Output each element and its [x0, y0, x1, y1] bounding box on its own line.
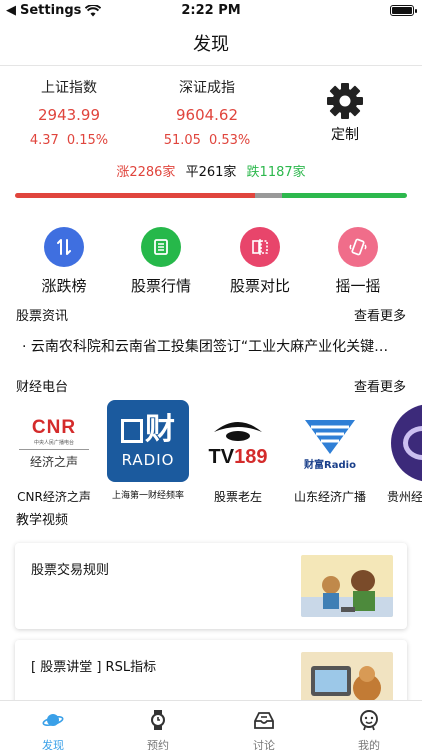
video-card[interactable]: 股票交易规则	[15, 543, 407, 629]
advancers-count: 涨2286家	[116, 165, 176, 180]
radio-station-name: 山东经济广播	[293, 490, 366, 502]
planet-icon	[42, 714, 64, 727]
radio-station-name: CNR经济之声	[17, 490, 91, 502]
news-more-link[interactable]: 查看更多	[354, 305, 406, 324]
radio-station-name: 贵州经	[387, 490, 422, 502]
radio-station[interactable]: 财 RADIO 上海第一财经频率	[100, 400, 196, 501]
radio-carousel[interactable]: CNR 中央人民广播电台 经济之声 CNR经济之声 财 RADIO 上海第一财经…	[0, 400, 422, 502]
tab-label: 讨论	[253, 739, 275, 750]
index-value: 2943.99	[37, 106, 101, 124]
tab-reserve[interactable]: 预约	[128, 709, 188, 750]
section-title: 股票资讯	[16, 309, 69, 324]
shortcut-compare[interactable]: 股票对比	[215, 227, 305, 296]
radio-station[interactable]: TV189 股票老左	[190, 400, 286, 502]
radio-station[interactable]: 财富Radio 山东经济广播	[282, 400, 378, 502]
radio-more-link[interactable]: 查看更多	[354, 376, 406, 395]
shortcut-quotes[interactable]: 股票行情	[116, 227, 206, 296]
shortcut-label: 股票行情	[130, 277, 191, 295]
face-icon	[360, 710, 378, 731]
index-name: 上证指数	[41, 80, 97, 96]
page-title: 发现	[193, 34, 229, 55]
tab-bar: 发现 预约 讨论 我的	[0, 700, 422, 750]
breadth-bar-up	[15, 193, 255, 198]
market-breadth: 涨2286家 平261家 跌1187家	[0, 161, 422, 180]
shortcut-label: 摇一摇	[335, 277, 381, 295]
tab-discover[interactable]: 发现	[23, 709, 83, 750]
tab-discuss[interactable]: 讨论	[234, 709, 294, 750]
radio-station-name: 股票老左	[213, 490, 262, 502]
customize-label: 定制	[331, 127, 359, 143]
video-title: [ 股票讲堂 ] RSL指标	[31, 660, 157, 675]
section-title: 教学视频	[16, 513, 69, 528]
nav-divider	[0, 65, 422, 66]
radio-section-header: 财经电台 查看更多	[16, 376, 406, 395]
caifu-radio-logo: 财富Radio	[287, 400, 373, 486]
shortcut-gainers-losers[interactable]: 涨跌榜	[19, 227, 109, 296]
index-change: 51.05 0.53%	[163, 133, 251, 148]
index-shenzhen[interactable]: 深证成指 9604.62 51.05 0.53%	[147, 77, 267, 148]
radio-station[interactable]: CNR 中央人民广播电台 经济之声 CNR经济之声	[6, 400, 102, 503]
index-shanghai[interactable]: 上证指数 2943.99 4.37 0.15%	[9, 77, 129, 148]
news-item[interactable]: · 云南农科院和云南省工投集团签订“工业大麻产业化关键…	[22, 336, 407, 356]
index-value: 9604.62	[175, 106, 239, 124]
gear-icon	[327, 83, 363, 119]
tab-label: 预约	[147, 739, 169, 750]
news-section-header: 股票资讯 查看更多	[16, 305, 406, 324]
shortcut-label: 涨跌榜	[41, 277, 87, 295]
video-section-header: 教学视频	[16, 509, 406, 528]
video-thumbnail	[301, 555, 393, 617]
phone-shake-icon	[338, 227, 378, 267]
breadth-bar-flat	[254, 193, 283, 198]
breadth-bar-down	[282, 193, 407, 198]
up-down-arrows-icon	[44, 227, 84, 267]
cnr-logo: CNR 中央人民广播电台 经济之声	[11, 400, 97, 486]
video-title: 股票交易规则	[31, 563, 110, 578]
radio-station-name: 上海第一财经频率	[111, 491, 184, 501]
list-document-icon	[141, 227, 181, 267]
customize-button[interactable]: 定制	[317, 82, 373, 144]
decliners-count: 跌1187家	[246, 165, 306, 180]
watch-icon	[151, 710, 165, 730]
inbox-icon	[254, 712, 274, 729]
tab-label: 我的	[358, 739, 380, 750]
index-name: 深证成指	[179, 80, 235, 96]
status-time: 2:22 PM	[181, 3, 241, 18]
shortcut-label: 股票对比	[229, 277, 290, 295]
tab-label: 发现	[42, 739, 64, 750]
tv189-logo: TV189	[195, 400, 281, 486]
unchanged-count: 平261家	[185, 165, 237, 180]
radio-station[interactable]: 贵州经	[372, 400, 422, 502]
section-title: 财经电台	[16, 380, 69, 395]
battery-icon	[390, 5, 417, 16]
guizhou-radio-logo	[377, 400, 422, 486]
yicai-radio-logo: 财 RADIO	[107, 400, 189, 482]
shortcut-shake[interactable]: 摇一摇	[313, 227, 403, 296]
breadth-bar	[15, 193, 407, 198]
tab-mine[interactable]: 我的	[339, 709, 399, 750]
index-change: 4.37 0.15%	[29, 133, 109, 148]
status-bar: ◀ Settings 2:22 PM	[0, 0, 422, 22]
compare-icon	[240, 227, 280, 267]
